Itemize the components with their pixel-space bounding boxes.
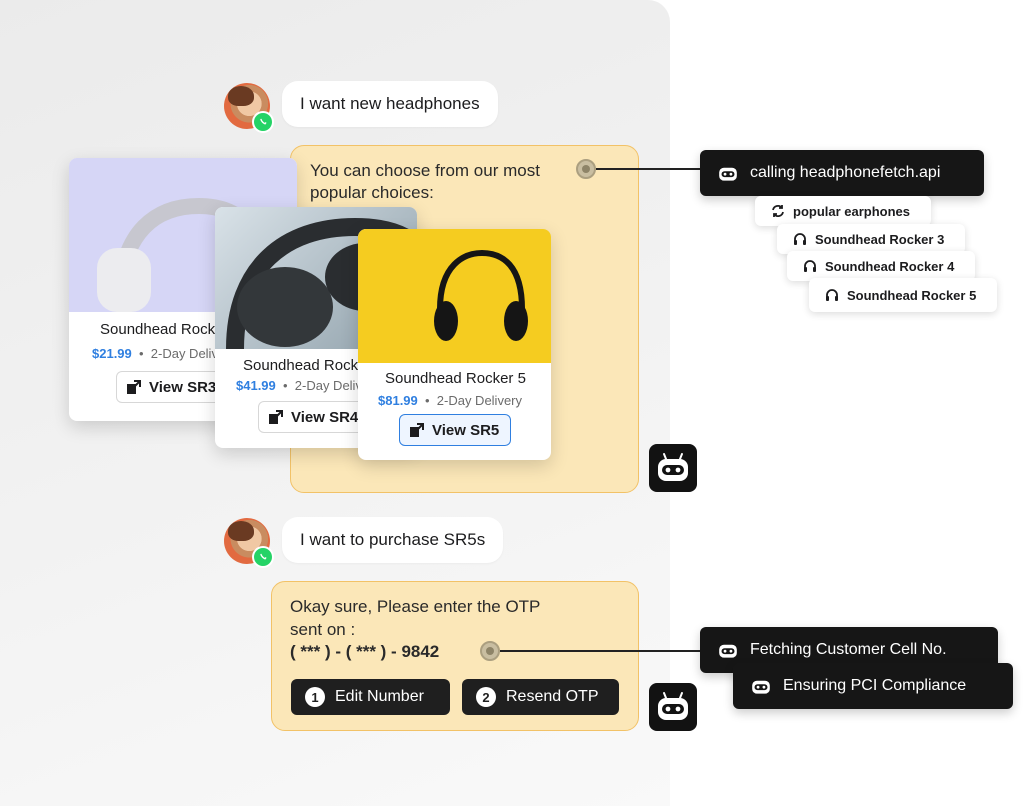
whatsapp-icon xyxy=(252,111,274,133)
product-title: Soundhead Rocker 5 xyxy=(385,370,526,387)
api-call-pill: calling headphonefetch.api xyxy=(700,150,984,196)
connector-line xyxy=(596,168,702,170)
process-step-label: Soundhead Rocker 4 xyxy=(825,258,955,274)
robot-icon xyxy=(719,167,737,181)
refresh-icon xyxy=(772,205,784,217)
bot-message-line: Okay sure, Please enter the OTP xyxy=(290,597,541,616)
bot-message-line: You can choose from our most xyxy=(310,161,540,180)
user-message: I want to purchase SR5s xyxy=(282,517,504,563)
edit-number-label: Edit Number xyxy=(335,688,424,705)
user-message: I want new headphones xyxy=(282,81,498,127)
robot-icon xyxy=(752,680,770,694)
api-call-label: calling headphonefetch.api xyxy=(750,164,941,181)
connector-dot xyxy=(480,641,500,661)
process-step-label: Ensuring PCI Compliance xyxy=(783,677,967,694)
headphones-icon xyxy=(804,260,816,272)
process-step-label: Soundhead Rocker 5 xyxy=(847,287,977,303)
user-avatar xyxy=(224,83,274,133)
resend-otp-label: Resend OTP xyxy=(506,688,599,705)
connector-dot xyxy=(576,159,596,179)
process-step-label: Soundhead Rocker 3 xyxy=(815,231,945,247)
product-price: $21.99 xyxy=(92,346,132,361)
number-badge: 2 xyxy=(476,687,496,707)
product-price: $81.99 xyxy=(378,393,418,408)
robot-icon xyxy=(649,444,697,492)
process-step-pill: Soundhead Rocker 3 xyxy=(777,224,965,254)
bot-message-line: sent on : xyxy=(290,620,356,639)
product-price: $41.99 xyxy=(236,378,276,393)
product-card[interactable]: Soundhead Rocker 5 $81.99 • 2-Day Delive… xyxy=(358,229,551,460)
process-step-pill: Soundhead Rocker 5 xyxy=(809,278,997,312)
external-link-icon xyxy=(410,423,424,437)
product-meta: $81.99 • 2-Day Delivery xyxy=(378,393,523,408)
resend-otp-button[interactable]: 2 Resend OTP xyxy=(462,679,619,715)
view-product-button[interactable]: View SR5 xyxy=(399,414,511,446)
external-link-icon xyxy=(127,380,141,394)
external-link-icon xyxy=(269,410,283,424)
process-step-label: Fetching Customer Cell No. xyxy=(750,641,947,658)
view-button-label: View SR5 xyxy=(432,421,500,439)
headphones-icon xyxy=(826,289,838,301)
view-button-label: View SR4 xyxy=(291,408,359,426)
process-step-label: popular earphones xyxy=(793,203,911,219)
process-step-pill: Soundhead Rocker 4 xyxy=(787,251,975,281)
connector-line xyxy=(500,650,702,652)
view-button-label: View SR3 xyxy=(149,378,217,396)
number-badge: 1 xyxy=(305,687,325,707)
robot-icon xyxy=(719,644,737,658)
product-image xyxy=(358,229,551,363)
edit-number-button[interactable]: 1 Edit Number xyxy=(291,679,450,715)
headphones-icon xyxy=(794,233,806,245)
whatsapp-icon xyxy=(252,546,274,568)
process-step-pill: popular earphones xyxy=(755,196,931,226)
process-step-pill: Ensuring PCI Compliance xyxy=(733,663,1013,709)
masked-phone-number: ( *** ) - ( *** ) - 9842 xyxy=(290,642,440,661)
robot-icon xyxy=(649,683,697,731)
product-delivery: 2-Day Delivery xyxy=(436,393,523,408)
user-avatar xyxy=(224,518,274,568)
bot-message-line: popular choices: xyxy=(310,183,434,202)
